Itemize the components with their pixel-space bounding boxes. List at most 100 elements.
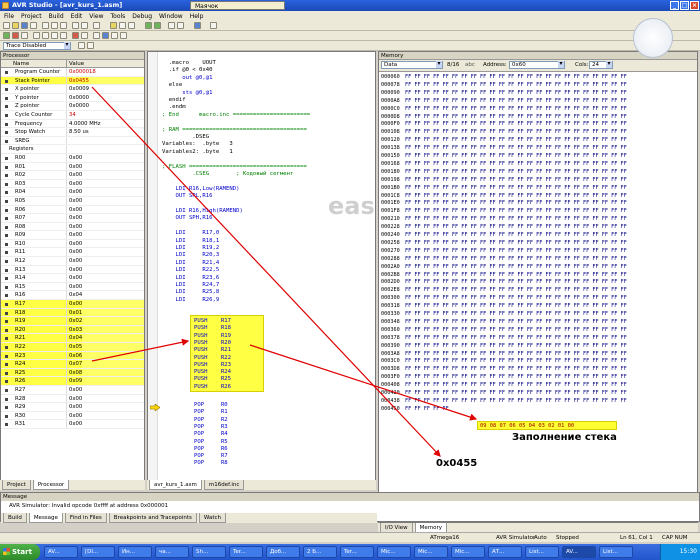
taskbar-button[interactable]: Mic... <box>451 546 485 558</box>
open-folder-icon[interactable] <box>12 22 19 29</box>
undo-icon[interactable] <box>72 22 79 29</box>
editor-gutter[interactable] <box>148 52 158 489</box>
step-out-icon[interactable] <box>51 32 58 39</box>
text-abc-icon[interactable] <box>210 22 217 29</box>
processor-row[interactable]: R09 0x00 <box>1 231 144 240</box>
trace-combo[interactable]: Trace Disabled <box>3 42 71 50</box>
indent-icon[interactable] <box>168 22 175 29</box>
processor-row-value[interactable]: 0x03 <box>67 325 83 334</box>
processor-row[interactable]: Stack Pointer 0x0455 <box>1 76 144 86</box>
processor-row[interactable]: R22 0x05 <box>1 343 144 352</box>
processor-row[interactable]: R27 0x00 <box>1 385 144 395</box>
processor-row[interactable]: R14 0x00 <box>1 274 144 283</box>
menu-build[interactable]: Build <box>49 13 64 20</box>
taskbar-button[interactable]: Ter... <box>340 546 374 558</box>
taskbar-button[interactable]: Mic... <box>377 546 411 558</box>
memory-bytes[interactable]: FF FF FF FF FF FF FF FF FF FF FF FF FF F… <box>405 193 627 201</box>
processor-row-value[interactable]: 0x05 <box>67 343 83 351</box>
processor-row-value[interactable]: 0x00 <box>67 214 82 222</box>
processor-row[interactable]: R03 0x00 <box>1 179 144 189</box>
tab-avr-kurs-asm[interactable]: avr_kurs_1.asm <box>149 480 202 490</box>
processor-row[interactable]: R29 0x00 <box>1 403 144 412</box>
processor-row[interactable]: Z pointer 0x0000 <box>1 102 144 111</box>
memory-bytes[interactable]: FF FF FF FF FF FF FF FF FF FF FF FF FF F… <box>405 90 627 98</box>
memory-bytes[interactable]: FF FF FF FF FF FF FF FF FF FF FF FF FF F… <box>405 208 627 216</box>
menu-window[interactable]: Window <box>159 13 183 20</box>
processor-row[interactable]: R15 0x00 <box>1 282 144 292</box>
step-into-icon[interactable] <box>33 32 40 39</box>
redo-icon[interactable] <box>81 22 88 29</box>
menu-file[interactable]: File <box>4 13 14 20</box>
taskbar-button[interactable]: Ter... <box>229 546 263 558</box>
processor-row-value[interactable]: 0x00 <box>67 180 82 188</box>
second-window-tab[interactable]: Маячок <box>190 1 285 10</box>
find-icon[interactable] <box>93 22 100 29</box>
maximize-icon[interactable]: □ <box>680 1 689 10</box>
menu-tools[interactable]: Tools <box>111 13 126 20</box>
processor-row[interactable]: Y pointer 0x0000 <box>1 93 144 103</box>
processor-row[interactable]: Cycle Counter 34 <box>1 110 144 120</box>
processor-row-value[interactable]: 0x06 <box>67 351 83 360</box>
memory-bytes[interactable]: FF FF FF FF FF <box>405 406 449 414</box>
menu-debug[interactable]: Debug <box>132 13 152 20</box>
code-editor[interactable]: eas .macro UOUT .if @0 < 0x40 out @0,@1 … <box>147 51 376 490</box>
memory-bytes[interactable]: FF FF FF FF FF FF FF FF FF FF FF FF FF F… <box>405 169 627 177</box>
processor-row[interactable]: R07 0x00 <box>1 214 144 223</box>
processor-row-value[interactable]: 0x00 <box>67 386 82 394</box>
processor-row[interactable]: R26 0x09 <box>1 377 144 386</box>
memory-bytes[interactable]: FF FF FF FF FF FF FF FF FF FF FF FF FF F… <box>405 398 627 406</box>
processor-row-value[interactable]: 0x00 <box>67 403 82 411</box>
processor-row-value[interactable]: 0x09 <box>67 377 83 385</box>
memory-bytes[interactable]: FF FF FF FF FF FF FF FF FF FF FF FF FF F… <box>405 327 627 335</box>
processor-row-value[interactable]: 0x02 <box>67 317 83 325</box>
start-button[interactable]: Start <box>0 544 40 560</box>
memory-bytes[interactable]: FF FF FF FF FF FF FF FF FF FF FF FF FF F… <box>405 390 627 398</box>
new-file-icon[interactable] <box>3 22 10 29</box>
memory-bytes[interactable]: FF FF FF FF FF FF FF FF FF FF FF FF FF F… <box>405 145 627 153</box>
taskbar-button[interactable]: AV... <box>562 546 596 558</box>
clear-breakpoints-icon[interactable] <box>81 32 88 39</box>
processor-row-value[interactable]: 0x00 <box>67 257 82 265</box>
processor-row[interactable]: Stop Watch 8.50 us <box>1 128 144 137</box>
paste-icon[interactable] <box>60 22 67 29</box>
memory-bytes[interactable]: FF FF FF FF FF FF FF FF FF FF FF FF FF F… <box>405 358 627 366</box>
bookmark-prev-icon[interactable] <box>128 22 135 29</box>
bookmark-icon[interactable] <box>110 22 117 29</box>
processor-row[interactable]: R30 0x00 <box>1 411 144 421</box>
processor-row[interactable]: Frequency 4.0000 MHz <box>1 119 144 129</box>
memory-bytes[interactable]: FF FF FF FF FF FF FF FF FF FF FF FF FF F… <box>405 82 627 90</box>
processor-row-value[interactable]: 0x01 <box>67 308 83 317</box>
processor-row-value[interactable]: 4.0000 MHz <box>67 120 101 128</box>
tab-project[interactable]: Project <box>2 480 31 490</box>
cols-select[interactable]: 24 <box>589 61 613 69</box>
processor-row[interactable]: R02 0x00 <box>1 171 144 180</box>
processor-row-value[interactable]: 0x00 <box>67 300 83 308</box>
address-input[interactable]: 0x60 <box>509 61 565 69</box>
taskbar-button[interactable]: AV... <box>44 546 78 558</box>
taskbar-button[interactable]: Доб... <box>266 546 300 558</box>
copy-icon[interactable] <box>51 22 58 29</box>
processor-row[interactable]: R11 0x00 <box>1 248 144 258</box>
processor-row-value[interactable]: 0x00 <box>67 154 82 162</box>
stop-icon[interactable] <box>12 32 19 39</box>
tab-m16def-inc[interactable]: m16def.inc <box>203 480 245 490</box>
memory-bytes[interactable]: FF FF FF FF FF FF FF FF FF FF FF FF FF F… <box>405 161 627 169</box>
tab-breakpoints[interactable]: Breakpoints and Tracepoints <box>108 513 197 523</box>
processor-row-value[interactable]: 0x0009 <box>67 85 89 93</box>
memory-bytes[interactable]: FF FF FF FF FF FF FF FF FF FF FF FF FF F… <box>405 295 627 303</box>
processor-row[interactable]: R24 0x07 <box>1 360 144 369</box>
memory-bytes[interactable]: FF FF FF FF FF FF FF FF FF FF FF FF FF F… <box>405 216 627 224</box>
taskbar-button[interactable]: 2 Б... <box>303 546 337 558</box>
processor-row[interactable]: X pointer 0x0009 <box>1 85 144 94</box>
processor-row-value[interactable]: 0x04 <box>67 334 83 342</box>
processor-row-value[interactable]: 0x04 <box>67 291 82 299</box>
processor-row[interactable]: R01 0x00 <box>1 162 144 172</box>
register-view-icon[interactable] <box>111 32 118 39</box>
memory-bytes[interactable]: FF FF FF FF FF FF FF FF FF FF FF FF FF F… <box>405 129 627 137</box>
memory-bytes[interactable]: FF FF FF FF FF FF FF FF FF FF FF FF FF F… <box>405 335 627 343</box>
taskbar-button[interactable]: List... <box>599 546 633 558</box>
processor-row-value[interactable]: 0x00 <box>67 231 82 239</box>
memory-bytes[interactable]: FF FF FF FF FF FF FF FF FF FF FF FF FF F… <box>405 374 627 382</box>
processor-row-value[interactable]: 0x00 <box>67 274 82 282</box>
processor-row-value[interactable]: 0x00 <box>67 206 82 214</box>
